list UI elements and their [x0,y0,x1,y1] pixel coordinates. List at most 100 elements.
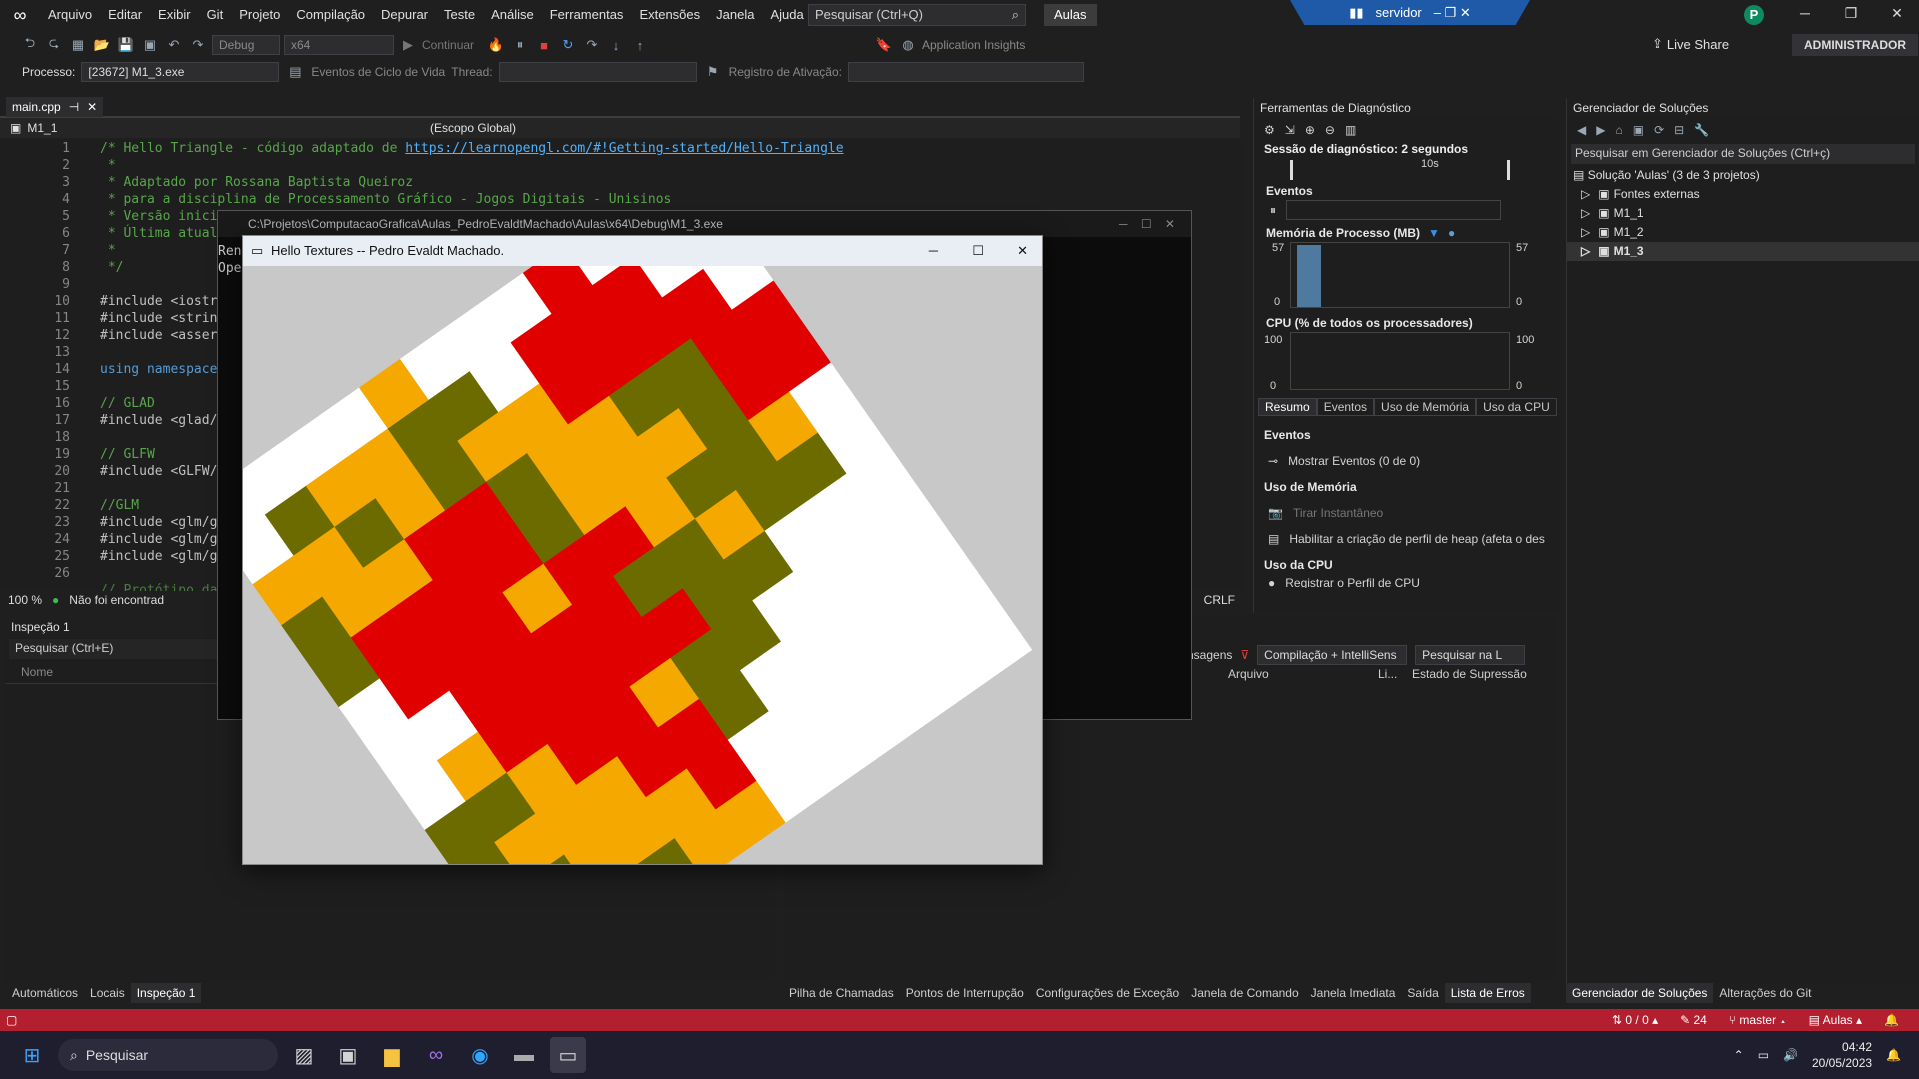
tab-saída[interactable]: Saída [1401,983,1444,1003]
collapse-all-icon[interactable]: ⊟ [1674,123,1684,137]
close-button[interactable]: ✕ [1882,5,1912,22]
forward-icon[interactable]: ▶ [1596,123,1605,137]
visual-studio-icon[interactable]: ∞ [418,1037,454,1073]
new-item-icon[interactable]: ▦ [68,37,88,53]
export-icon[interactable]: ⇲ [1285,123,1295,137]
take-snapshot-button[interactable]: Tirar Instantâneo [1293,500,1383,526]
menu-item-git[interactable]: Git [199,0,232,30]
step-into-icon[interactable]: ↓ [606,38,626,53]
menu-item-depurar[interactable]: Depurar [373,0,436,30]
volume-icon[interactable]: 🔊 [1783,1048,1798,1062]
menu-item-análise[interactable]: Análise [483,0,542,30]
menu-item-exibir[interactable]: Exibir [150,0,199,30]
code-line[interactable]: * para a disciplina de Processamento Grá… [100,191,844,208]
chat-icon[interactable]: ▣ [330,1037,366,1073]
error-search-input[interactable]: Pesquisar na L [1415,645,1526,665]
pause-icon[interactable]: ⏸ [510,37,530,53]
forward-icon[interactable]: ⮎ [44,34,64,56]
expand-icon[interactable]: ▷ [1581,244,1590,258]
global-search-input[interactable]: Pesquisar (Ctrl+Q) ⌕ [808,4,1026,26]
tab-inspeção-1[interactable]: Inspeção 1 [130,983,202,1003]
app-insights-button[interactable]: Application Insights [922,38,1025,52]
live-share-button[interactable]: ⇪ Live Share [1652,36,1729,52]
properties-icon[interactable]: 🔧 [1694,123,1709,137]
terminal-icon[interactable]: ▬ [506,1037,542,1073]
edge-icon[interactable]: ◉ [462,1037,498,1073]
tab-lista-de-erros[interactable]: Lista de Erros [1444,983,1531,1003]
solution-name-badge[interactable]: Aulas [1044,4,1097,26]
console-window-controls[interactable]: ─ ☐ ✕ [1119,211,1175,237]
solution-item-fontes-externas[interactable]: ▷ ▣ Fontes externas [1567,185,1919,204]
solution-item-m1_3[interactable]: ▷ ▣ M1_3 [1567,242,1919,261]
code-link[interactable]: https://learnopengl.com/#!Getting-starte… [405,141,843,156]
menu-item-ferramentas[interactable]: Ferramentas [542,0,632,30]
app-insights-icon[interactable]: ◍ [898,37,918,53]
git-repo[interactable]: ▤ Aulas ▴ [1809,1013,1862,1027]
project-select[interactable]: ▣ M1_1 [0,121,410,135]
menu-item-arquivo[interactable]: Arquivo [40,0,100,30]
eol-indicator[interactable]: CRLF [1204,593,1235,607]
diag-tab-2[interactable]: Uso de Memória [1374,398,1477,416]
hot-reload-icon[interactable]: 🔥 [486,37,506,53]
back-icon[interactable]: ◀ [1577,123,1586,137]
remote-connection-bar[interactable]: ▮▮ servidor – ❐ ✕ [1290,0,1530,25]
menu-item-compilação[interactable]: Compilação [288,0,373,30]
git-branch[interactable]: ⑂ master ▴ [1729,1013,1787,1027]
gl-close-button[interactable]: ✕ [1017,236,1028,266]
tab-pontos-de-interrupção[interactable]: Pontos de Interrupção [900,983,1030,1003]
menu-item-ajuda[interactable]: Ajuda [762,0,811,30]
taskbar-search[interactable]: ⌕ Pesquisar [58,1039,278,1071]
pause-icon[interactable]: ⏸ [1270,203,1276,218]
diag-tab-3[interactable]: Uso da CPU [1476,398,1557,416]
thread-select[interactable] [498,62,697,82]
restart-icon[interactable]: ↻ [558,37,578,53]
code-line[interactable]: * [100,157,844,174]
bookmark-icon[interactable]: 🔖 [874,37,894,53]
tray-overflow-icon[interactable]: ⌃ [1734,1048,1744,1062]
process-select[interactable]: [23672] M1_3.exe [81,62,280,82]
step-over-icon[interactable]: ↷ [582,37,602,53]
gl-minimize-button[interactable]: ─ [929,236,938,266]
gl-render-canvas[interactable] [243,266,1042,864]
close-tab-icon[interactable]: ✕ [87,97,97,117]
expand-icon[interactable]: ▷ [1581,206,1590,220]
settings-icon[interactable]: ⚙ [1264,123,1275,137]
scope-select[interactable]: (Escopo Global) [410,121,810,135]
user-avatar[interactable]: P [1744,5,1764,25]
col-file[interactable]: Arquivo [1228,667,1378,681]
zoom-out-icon[interactable]: ⊖ [1325,123,1335,137]
redo-icon[interactable]: ↷ [188,37,208,53]
tab-janela-imediata[interactable]: Janela Imediata [1305,983,1402,1003]
stop-icon[interactable]: ■ [534,38,554,53]
zoom-in-icon[interactable]: ⊕ [1305,123,1315,137]
diag-tab-1[interactable]: Eventos [1316,398,1375,416]
col-line[interactable]: Li... [1378,667,1412,681]
code-line[interactable]: /* Hello Triangle - código adaptado de h… [100,140,844,157]
continue-button[interactable]: Continuar [422,38,482,52]
messages-filter[interactable]: nsagens [1187,648,1232,662]
zoom-level[interactable]: 100 % [8,593,42,607]
tab-configurações-de-exceção[interactable]: Configurações de Exceção [1030,983,1185,1003]
tab-locais[interactable]: Locais [84,983,131,1003]
restore-button[interactable]: ❐ [1836,5,1866,22]
git-sync-status[interactable]: ⇅ 0 / 0 ▴ [1612,1013,1658,1027]
minimize-button[interactable]: ─ [1790,5,1820,21]
timeline-ruler[interactable]: 10s [1290,158,1510,180]
diag-tab-0[interactable]: Resumo [1258,398,1317,416]
activation-record-select[interactable] [848,62,1084,82]
solution-root[interactable]: ▤ Solução 'Aulas' (3 de 3 projetos) [1567,166,1919,185]
app-window-icon[interactable]: ▭ [550,1037,586,1073]
menu-item-projeto[interactable]: Projeto [231,0,288,30]
clock[interactable]: 04:42 20/05/2023 [1812,1039,1872,1071]
chart-icon[interactable]: ▥ [1345,123,1356,137]
col-suppression[interactable]: Estado de Supressão [1412,667,1527,681]
menu-item-janela[interactable]: Janela [708,0,762,30]
lifecycle-events-icon[interactable]: ▤ [285,64,305,80]
console-title-bar[interactable]: C:\Projetos\ComputacaoGrafica\Aulas_Pedr… [218,211,1191,237]
network-icon[interactable]: ▭ [1758,1048,1769,1062]
opengl-window[interactable]: ▭ Hello Textures -- Pedro Evaldt Machado… [242,235,1043,865]
task-view-icon[interactable]: ▨ [286,1037,322,1073]
lifecycle-events-button[interactable]: Eventos de Ciclo de Vida [311,65,445,79]
continue-icon[interactable]: ▶ [398,37,418,53]
watch-search-input[interactable]: Pesquisar (Ctrl+E) [9,639,219,659]
